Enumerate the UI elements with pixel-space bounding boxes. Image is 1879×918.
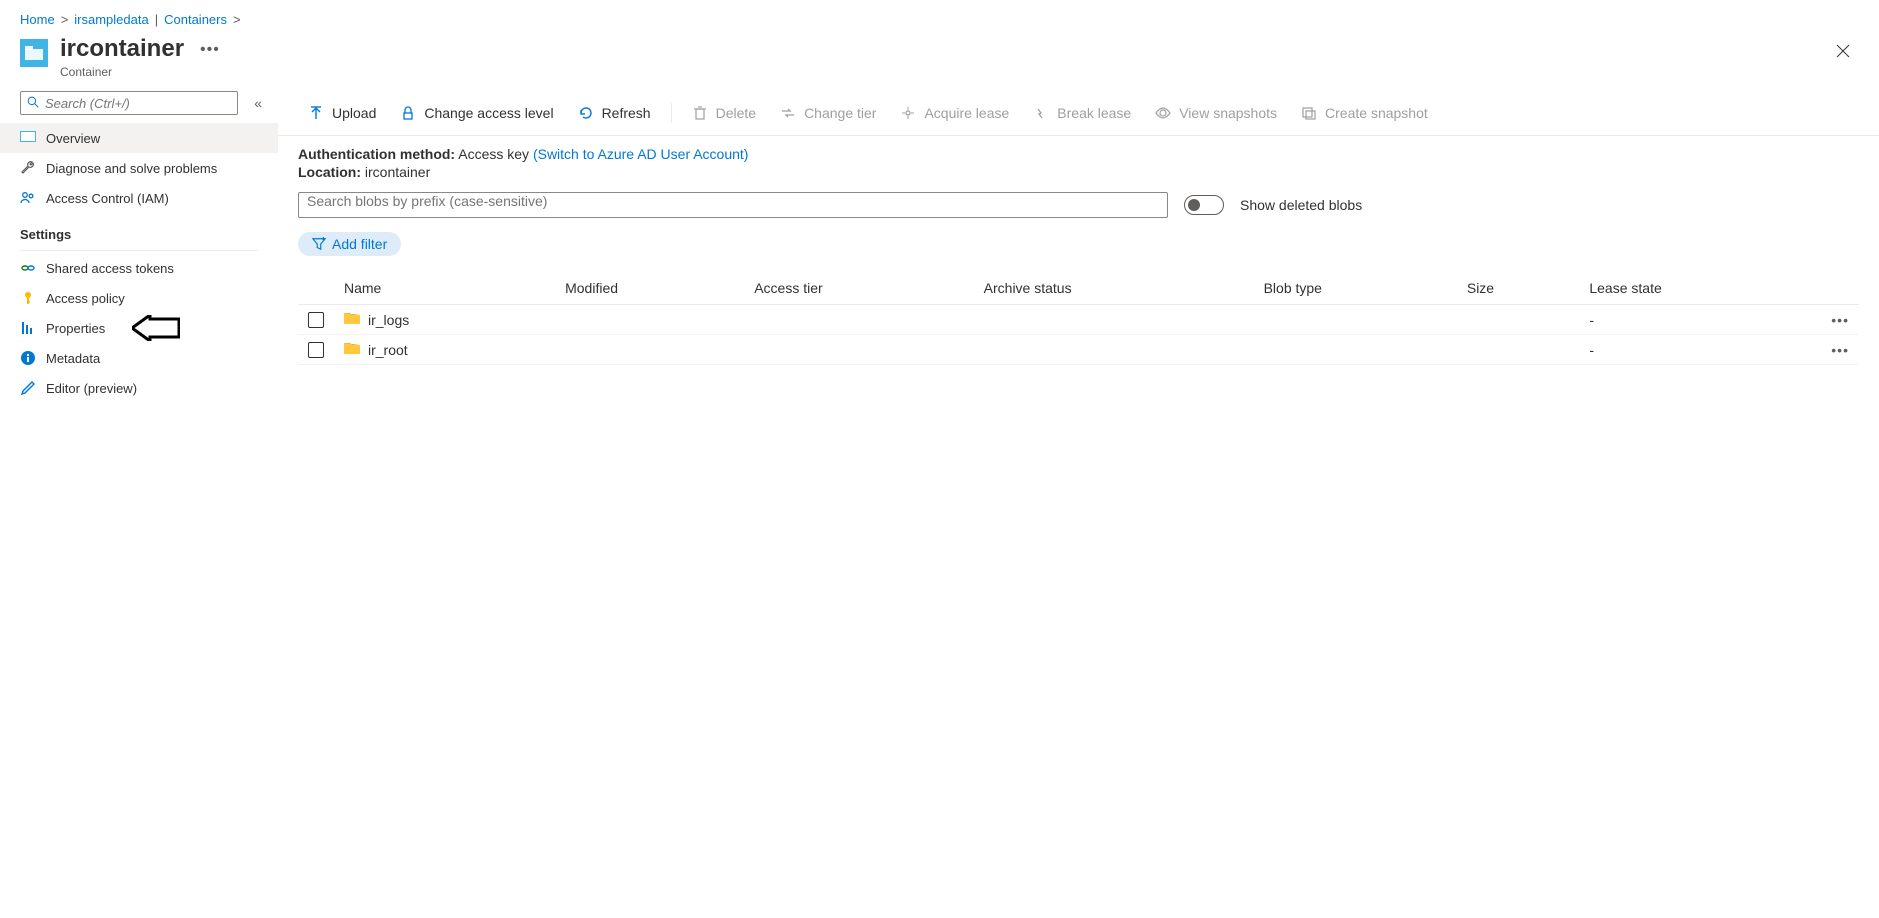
more-actions-icon[interactable]: •••	[200, 41, 220, 59]
location-value: ircontainer	[365, 164, 430, 180]
info-icon	[20, 350, 36, 366]
link-icon	[20, 260, 36, 276]
breadcrumb-home[interactable]: Home	[20, 12, 55, 27]
info-block: Authentication method: Access key (Switc…	[278, 136, 1879, 184]
row-checkbox[interactable]	[308, 342, 324, 358]
sidebar-item-label: Overview	[46, 131, 100, 146]
people-icon	[20, 190, 36, 206]
auth-method-label: Authentication method:	[298, 146, 455, 162]
location-label: Location:	[298, 164, 361, 180]
sidebar-section-settings: Settings	[0, 213, 278, 246]
toolbar-label: Acquire lease	[924, 105, 1009, 121]
sidebar-item-diagnose[interactable]: Diagnose and solve problems	[0, 153, 278, 183]
sidebar-item-label: Metadata	[46, 351, 100, 366]
auth-method-value: Access key	[458, 146, 529, 162]
breadcrumb-containers[interactable]: Containers	[164, 12, 227, 27]
show-deleted-label: Show deleted blobs	[1240, 197, 1362, 213]
blob-search-input[interactable]	[307, 193, 1159, 209]
sidebar-item-properties[interactable]: Properties	[0, 313, 278, 343]
properties-icon	[20, 320, 36, 336]
add-filter-button[interactable]: Add filter	[298, 232, 401, 256]
table-row[interactable]: ir_root - •••	[298, 335, 1859, 365]
toolbar-label: Change access level	[424, 105, 553, 121]
sidebar-item-editor[interactable]: Editor (preview)	[0, 373, 278, 403]
col-access-tier[interactable]: Access tier	[744, 272, 973, 305]
sidebar-item-overview[interactable]: Overview	[0, 123, 278, 153]
sidebar-item-label: Shared access tokens	[46, 261, 174, 276]
sidebar-item-label: Editor (preview)	[46, 381, 137, 396]
sidebar-divider	[20, 250, 258, 251]
sidebar-search[interactable]	[20, 91, 238, 115]
col-lease-state[interactable]: Lease state	[1579, 272, 1819, 305]
sidebar: « Overview Diagnose and solve problems A…	[0, 91, 278, 423]
folder-icon	[344, 341, 360, 358]
blob-table: Name Modified Access tier Archive status…	[298, 272, 1859, 365]
breadcrumb: Home > irsampledata | Containers >	[0, 0, 1879, 29]
breadcrumb-pipe: |	[155, 12, 158, 27]
col-name[interactable]: Name	[334, 272, 555, 305]
sidebar-item-label: Access policy	[46, 291, 125, 306]
filter-row: Show deleted blobs	[278, 184, 1879, 226]
row-more-button[interactable]: •••	[1819, 305, 1859, 335]
key-icon	[20, 290, 36, 306]
row-checkbox[interactable]	[308, 312, 324, 328]
lease-state: -	[1579, 335, 1819, 365]
upload-button[interactable]: Upload	[298, 101, 386, 125]
sidebar-item-label: Properties	[46, 321, 105, 336]
page-header: ircontainer Container •••	[0, 29, 1879, 91]
toolbar-separator	[671, 103, 672, 123]
table-row[interactable]: ir_logs - •••	[298, 305, 1859, 335]
container-icon	[20, 39, 48, 67]
auth-switch-link[interactable]: (Switch to Azure AD User Account)	[533, 146, 749, 162]
command-bar: Upload Change access level Refresh Delet…	[278, 91, 1879, 136]
search-icon	[27, 96, 39, 111]
overview-icon	[20, 130, 36, 146]
change-tier-button: Change tier	[770, 101, 886, 125]
chevron-right-icon: >	[61, 12, 69, 27]
pencil-icon	[20, 380, 36, 396]
wrench-icon	[20, 160, 36, 176]
page-title: ircontainer	[60, 35, 184, 63]
toolbar-label: Delete	[716, 105, 756, 121]
change-access-button[interactable]: Change access level	[390, 101, 563, 125]
create-snapshot-button: Create snapshot	[1291, 101, 1438, 125]
blob-name[interactable]: ir_root	[368, 342, 408, 358]
close-button[interactable]	[1827, 35, 1859, 67]
toolbar-label: View snapshots	[1179, 105, 1277, 121]
add-filter-label: Add filter	[332, 236, 387, 252]
toolbar-label: Change tier	[804, 105, 876, 121]
col-size[interactable]: Size	[1457, 272, 1580, 305]
col-modified[interactable]: Modified	[555, 272, 744, 305]
view-snapshots-button: View snapshots	[1145, 101, 1287, 125]
blob-search[interactable]	[298, 192, 1168, 218]
toolbar-label: Create snapshot	[1325, 105, 1428, 121]
col-archive-status[interactable]: Archive status	[974, 272, 1254, 305]
break-lease-button: Break lease	[1023, 101, 1141, 125]
row-more-button[interactable]: •••	[1819, 335, 1859, 365]
breadcrumb-storage[interactable]: irsampledata	[74, 12, 148, 27]
refresh-button[interactable]: Refresh	[568, 101, 661, 125]
col-blob-type[interactable]: Blob type	[1254, 272, 1457, 305]
sidebar-search-input[interactable]	[45, 96, 231, 111]
toolbar-label: Refresh	[602, 105, 651, 121]
sidebar-item-metadata[interactable]: Metadata	[0, 343, 278, 373]
chevron-right-icon: >	[233, 12, 241, 27]
toggle-knob	[1188, 199, 1200, 211]
blob-name[interactable]: ir_logs	[368, 312, 409, 328]
collapse-sidebar-icon[interactable]: «	[250, 91, 266, 115]
acquire-lease-button: Acquire lease	[890, 101, 1019, 125]
sidebar-item-label: Access Control (IAM)	[46, 191, 169, 206]
lease-state: -	[1579, 305, 1819, 335]
sidebar-item-sas[interactable]: Shared access tokens	[0, 253, 278, 283]
page-subtitle: Container	[60, 65, 184, 79]
sidebar-item-policy[interactable]: Access policy	[0, 283, 278, 313]
content-area: Upload Change access level Refresh Delet…	[278, 91, 1879, 423]
toolbar-label: Upload	[332, 105, 376, 121]
toolbar-label: Break lease	[1057, 105, 1131, 121]
show-deleted-toggle[interactable]	[1184, 195, 1224, 215]
sidebar-item-iam[interactable]: Access Control (IAM)	[0, 183, 278, 213]
folder-icon	[344, 311, 360, 328]
sidebar-item-label: Diagnose and solve problems	[46, 161, 217, 176]
delete-button: Delete	[682, 101, 766, 125]
